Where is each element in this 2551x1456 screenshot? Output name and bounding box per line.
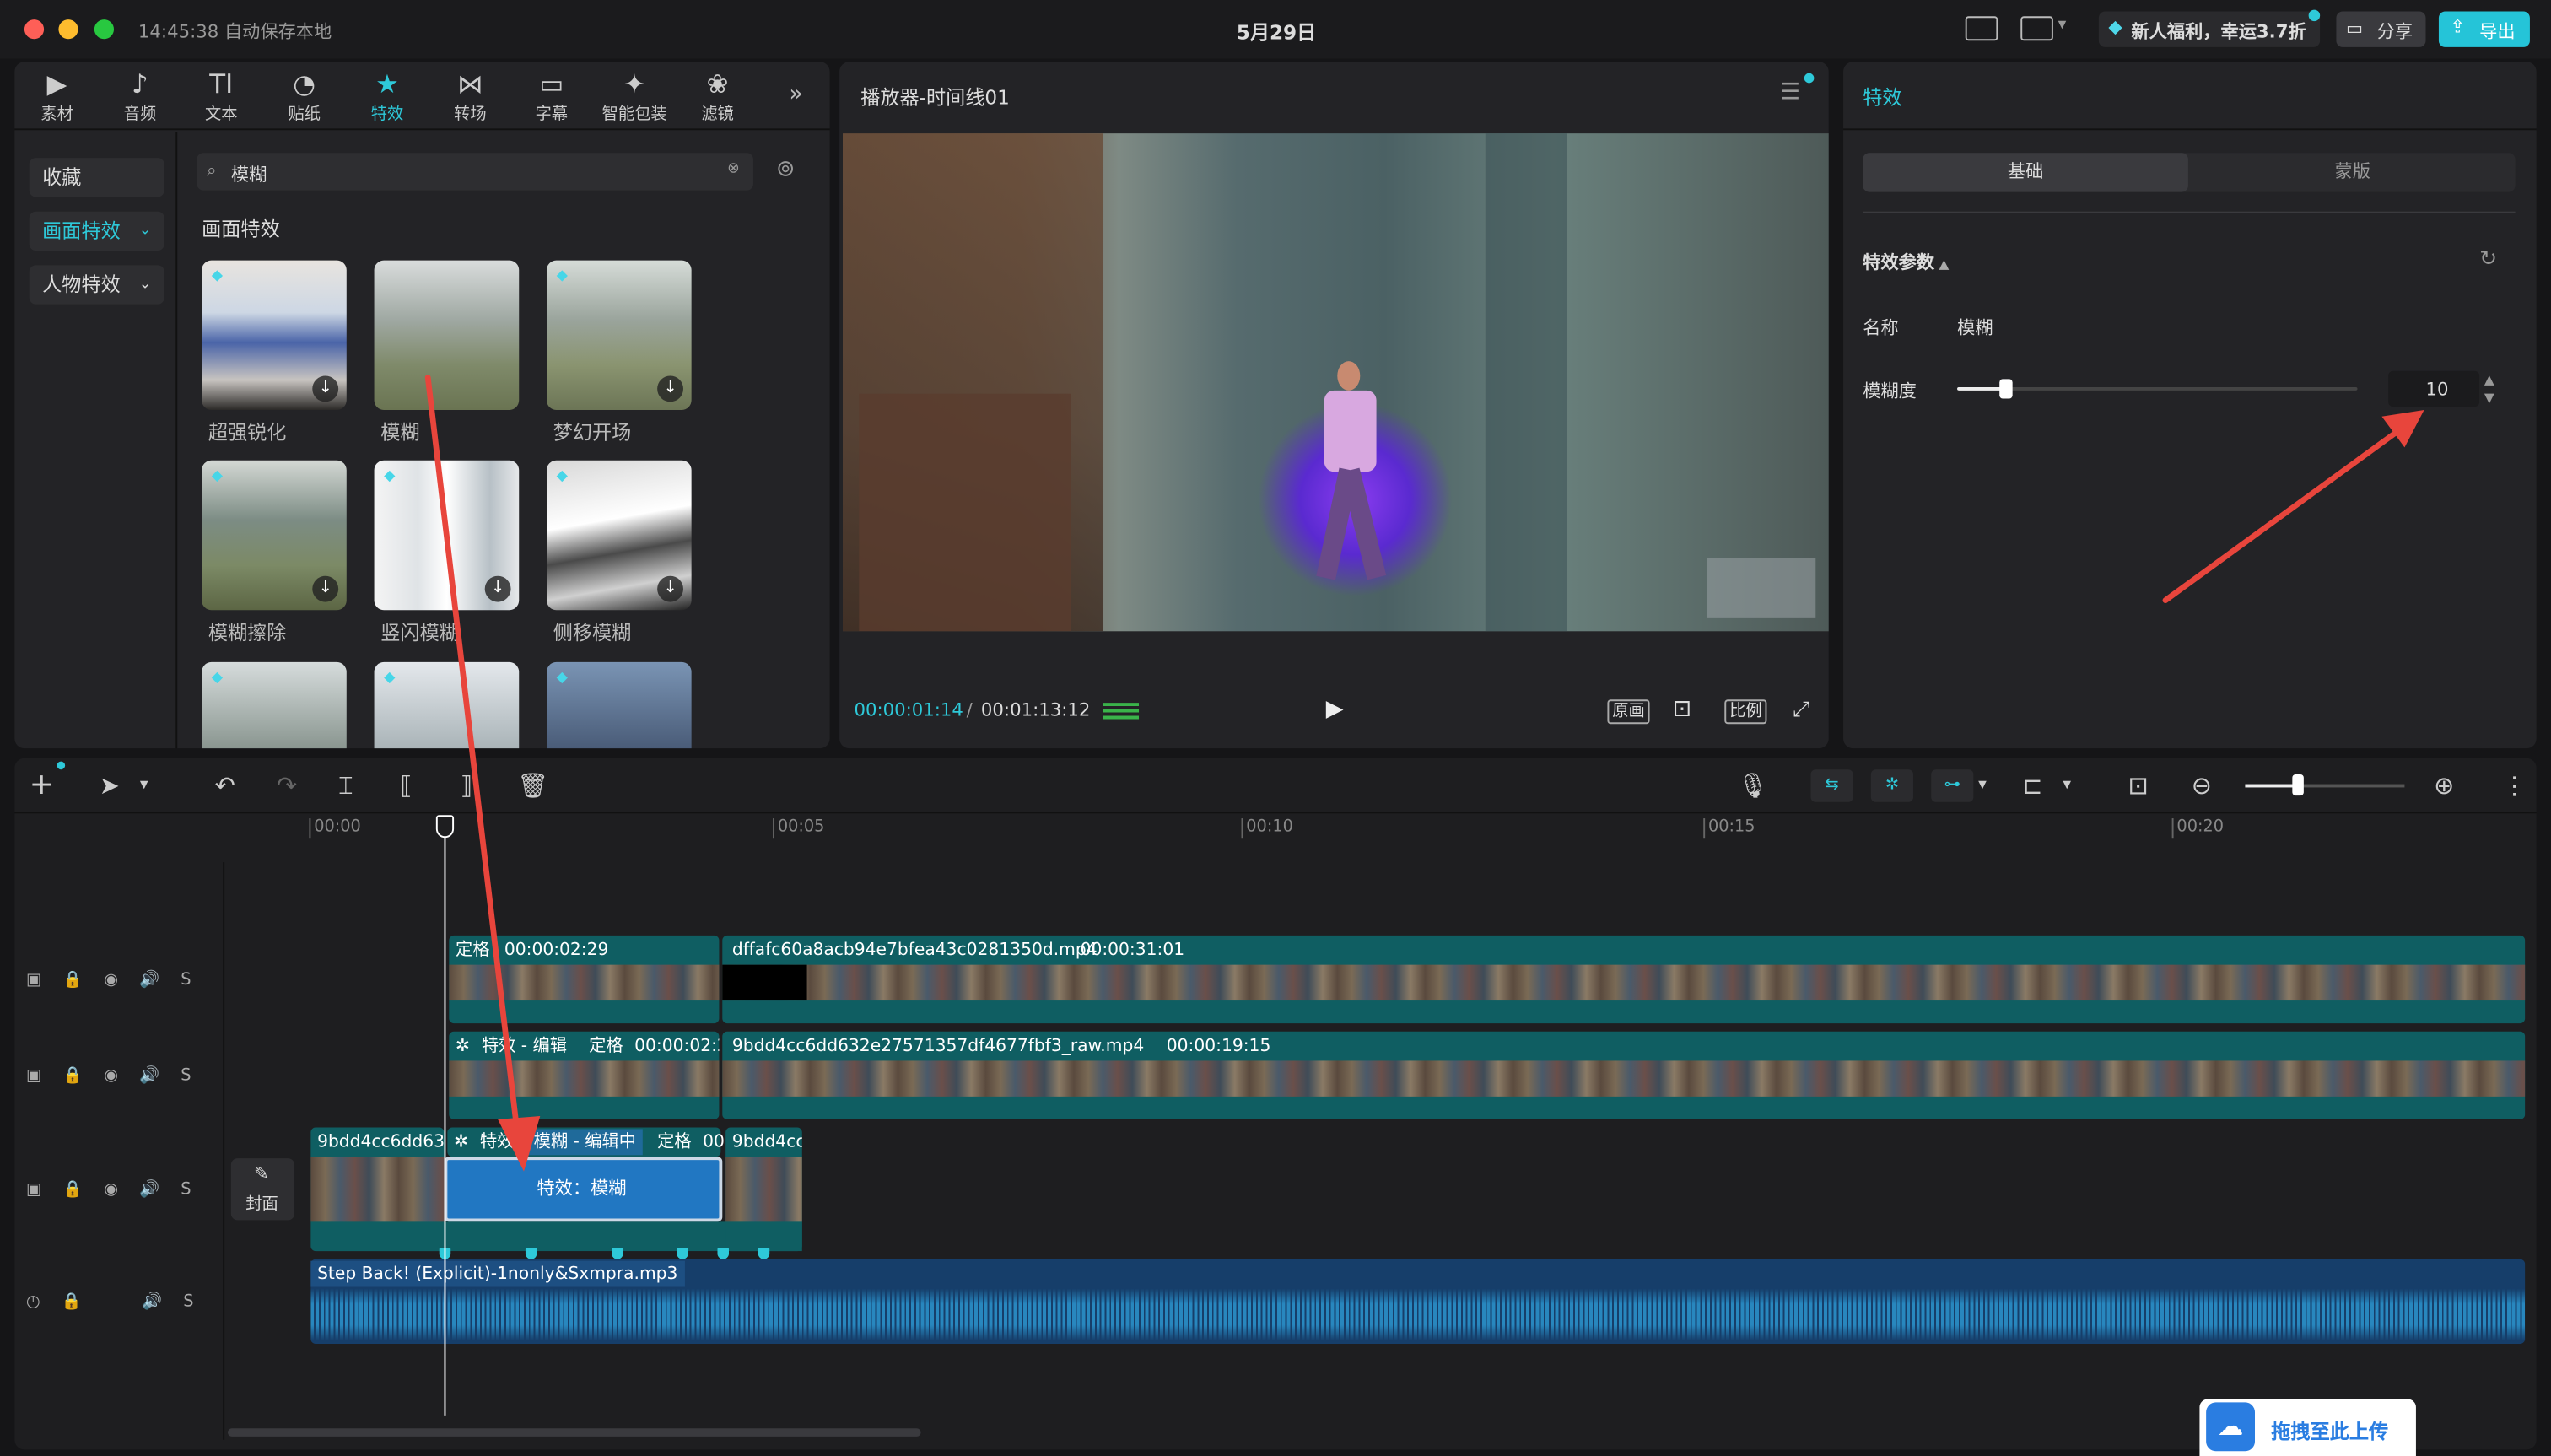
annotation-arrow-drag (424, 375, 522, 1151)
annotation-arrow-value (2162, 423, 2408, 604)
annotation-arrowhead-drag (498, 1115, 541, 1172)
annotation-arrowhead-value (2381, 409, 2424, 448)
app-window: 14:45:38 自动保存本地 5月29日 ▾ ◆ 新人福利，幸运3.7折 ▭ … (0, 0, 2551, 1456)
annotation-arrows (424, 375, 2424, 1172)
